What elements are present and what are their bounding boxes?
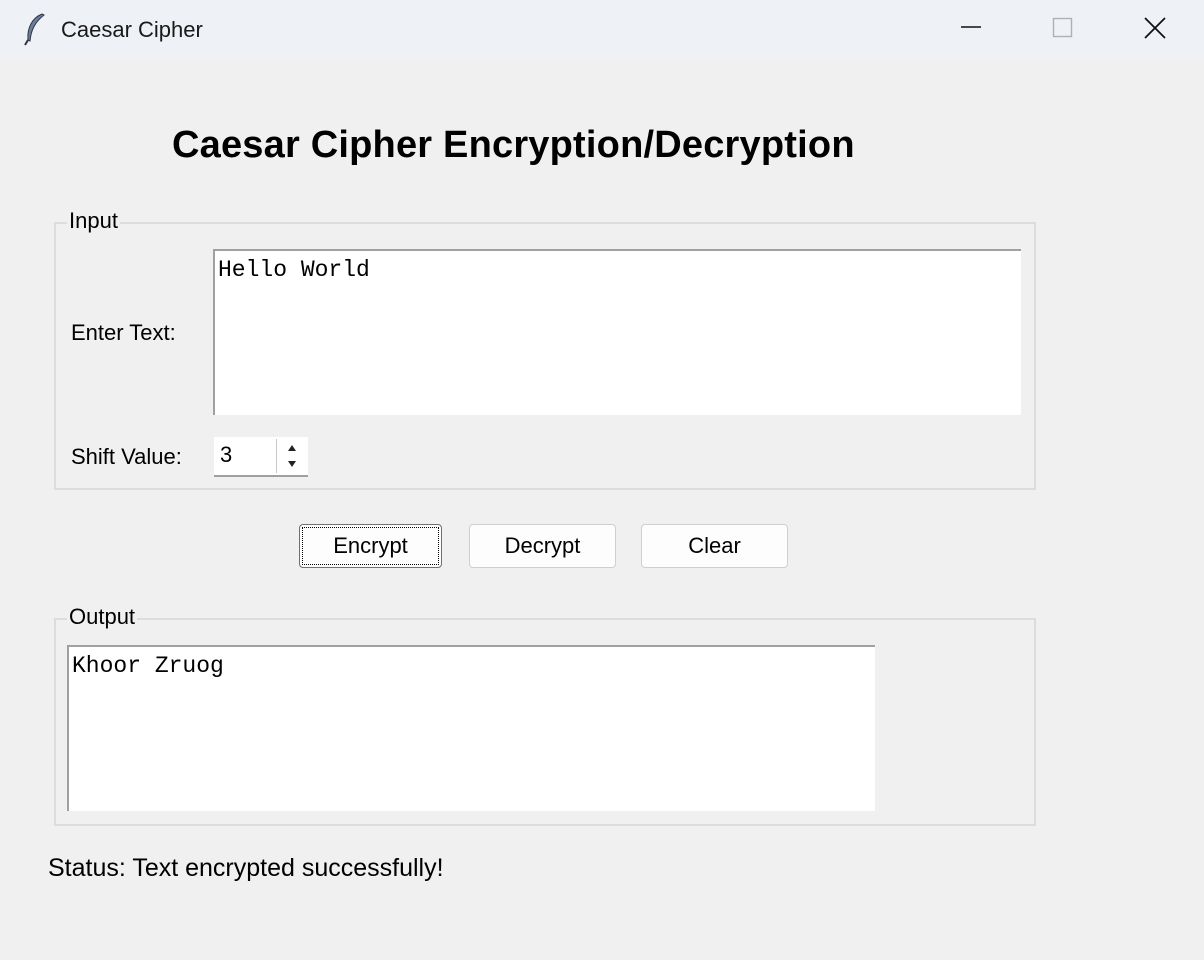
shift-value-input[interactable]: 3 xyxy=(220,442,232,468)
decrypt-button[interactable]: Decrypt xyxy=(469,524,616,568)
minimize-button[interactable] xyxy=(924,0,1016,56)
arrow-down-icon xyxy=(288,461,296,467)
minimize-icon xyxy=(961,26,981,28)
spin-up-button[interactable] xyxy=(277,439,307,456)
page-title: Caesar Cipher Encryption/Decryption xyxy=(172,124,855,166)
close-button[interactable] xyxy=(1108,0,1200,56)
output-group-legend: Output xyxy=(67,604,138,630)
input-group-legend: Input xyxy=(67,208,120,234)
title-bar: Caesar Cipher xyxy=(0,0,1204,58)
spinbox-buttons xyxy=(276,439,307,473)
spin-down-button[interactable] xyxy=(277,456,307,473)
enter-text-label: Enter Text: xyxy=(71,320,176,345)
shift-value-spinbox[interactable]: 3 xyxy=(214,437,308,477)
arrow-up-icon xyxy=(288,445,296,451)
feather-icon xyxy=(24,13,45,46)
shift-value-label: Shift Value: xyxy=(71,444,182,469)
output-text-area[interactable]: Khoor Zruog xyxy=(67,645,875,811)
status-message: Status: Text encrypted successfully! xyxy=(48,854,444,882)
maximize-button[interactable] xyxy=(1016,0,1108,56)
input-text-area[interactable]: Hello World xyxy=(213,249,1021,415)
close-icon xyxy=(1144,17,1166,39)
maximize-icon xyxy=(1052,17,1073,38)
encrypt-button[interactable]: Encrypt xyxy=(299,524,442,568)
window-title: Caesar Cipher xyxy=(61,17,203,42)
clear-button[interactable]: Clear xyxy=(641,524,788,568)
